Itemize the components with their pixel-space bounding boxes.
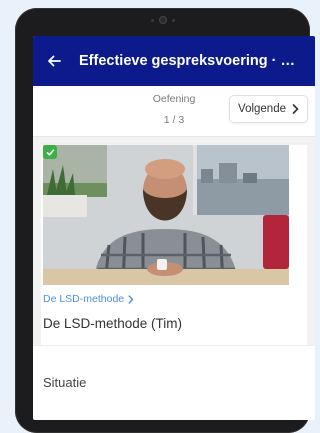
- content-area: De LSD-methode De LSD-methode (Tim) Situ…: [33, 137, 315, 416]
- presenter-image: [43, 145, 289, 285]
- camera-lens: [159, 17, 166, 23]
- arrow-left-icon[interactable]: [43, 50, 65, 72]
- check-icon: [43, 145, 57, 159]
- next-button-label: Volgende: [238, 103, 286, 115]
- page-title: Effectieve gespreksvoering · Opleiding g…: [79, 53, 305, 69]
- section-title: Situatie: [43, 375, 87, 390]
- sensor-dot: [171, 18, 175, 22]
- next-button[interactable]: Volgende: [229, 95, 308, 123]
- situation-section[interactable]: Situatie: [33, 345, 315, 416]
- screen: Effectieve gespreksvoering · Opleiding g…: [33, 36, 315, 420]
- video-title: De LSD-methode (Tim): [43, 316, 183, 331]
- chevron-right-icon: [292, 104, 299, 114]
- sensor-dot: [150, 18, 154, 22]
- tablet-frame: Effectieve gespreksvoering · Opleiding g…: [15, 8, 315, 433]
- video-meta: De LSD-methode De LSD-methode (Tim): [41, 285, 307, 345]
- exercise-navigation: Oefening 1 / 3 Volgende: [33, 86, 315, 137]
- camera-bar: [150, 17, 175, 23]
- video-card[interactable]: De LSD-methode De LSD-methode (Tim): [41, 145, 307, 345]
- app-bar: Effectieve gespreksvoering · Opleiding g…: [33, 36, 315, 86]
- breadcrumb-label: De LSD-methode: [43, 293, 125, 305]
- breadcrumb[interactable]: De LSD-methode: [43, 293, 305, 305]
- chevron-right-icon: [128, 294, 134, 304]
- video-thumbnail[interactable]: [43, 145, 289, 285]
